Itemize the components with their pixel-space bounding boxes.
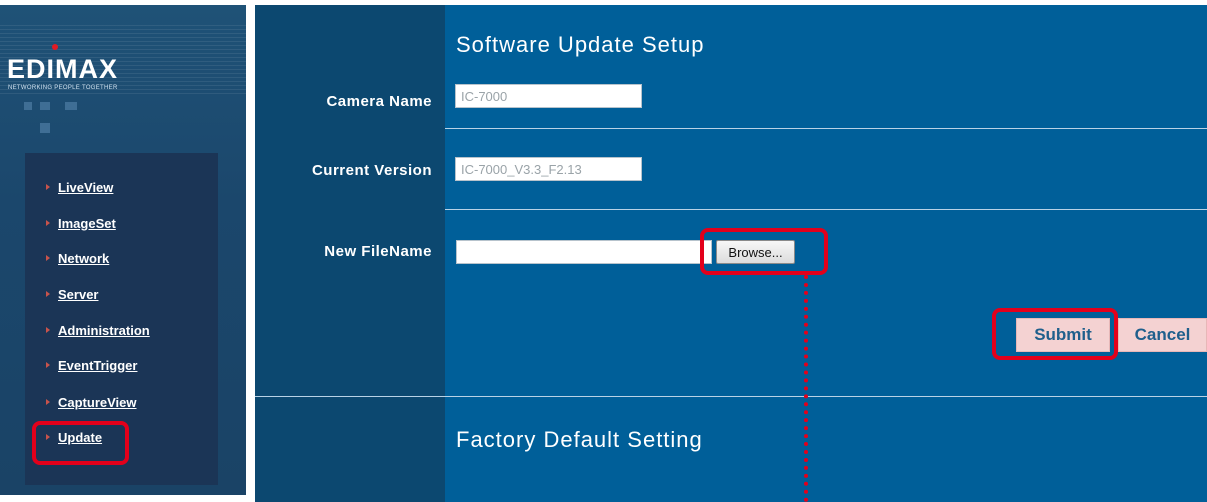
camera-name-field[interactable]: IC-7000 [455,84,642,108]
row-divider [445,128,1207,129]
sidebar-item-label[interactable]: EventTrigger [58,358,137,373]
arrow-icon [46,399,50,405]
cancel-button[interactable]: Cancel [1118,318,1207,352]
sidebar-item-label[interactable]: Network [58,251,109,266]
annotation-dotted-line [804,275,808,502]
decor-square [24,102,32,110]
row-divider [445,209,1207,210]
sidebar-item-server[interactable]: Server [46,284,98,304]
sidebar-item-label[interactable]: LiveView [58,180,113,195]
arrow-icon [46,327,50,333]
new-filename-label: New FileName [324,243,432,260]
browse-highlight-box [700,228,828,275]
arrow-icon [46,362,50,368]
sidebar-item-imageset[interactable]: ImageSet [46,213,116,233]
logo-dot [52,44,58,50]
section-title-factory-default: Factory Default Setting [456,427,703,452]
decor-square [40,102,50,110]
update-highlight-box [32,421,129,465]
decor-square [65,102,77,110]
arrow-icon [46,255,50,261]
current-version-label: Current Version [311,162,432,179]
submit-highlight-box [992,308,1118,360]
sidebar-item-captureview[interactable]: CaptureView [46,392,137,412]
new-filename-input[interactable] [456,240,712,264]
arrow-icon [46,220,50,226]
sidebar-item-administration[interactable]: Administration [46,320,150,340]
sidebar-item-liveview[interactable]: LiveView [46,177,113,197]
sidebar-item-label[interactable]: Server [58,287,98,302]
arrow-icon [46,184,50,190]
sidebar-item-network[interactable]: Network [46,248,109,268]
edimax-logo: EDIMAX [7,54,119,84]
sidebar-item-label[interactable]: CaptureView [58,395,137,410]
section-title-software-update: Software Update Setup [456,32,705,57]
sidebar-item-label[interactable]: Administration [58,323,150,338]
sidebar-item-label[interactable]: ImageSet [58,216,116,231]
section-divider [255,396,1207,397]
camera-name-label: Camera Name [326,93,432,110]
arrow-icon [46,291,50,297]
sidebar-item-eventtrigger[interactable]: EventTrigger [46,355,137,375]
current-version-field[interactable]: IC-7000_V3.3_F2.13 [455,157,642,181]
decor-square [40,123,50,133]
logo-tagline: NETWORKING PEOPLE TOGETHER [8,85,118,91]
